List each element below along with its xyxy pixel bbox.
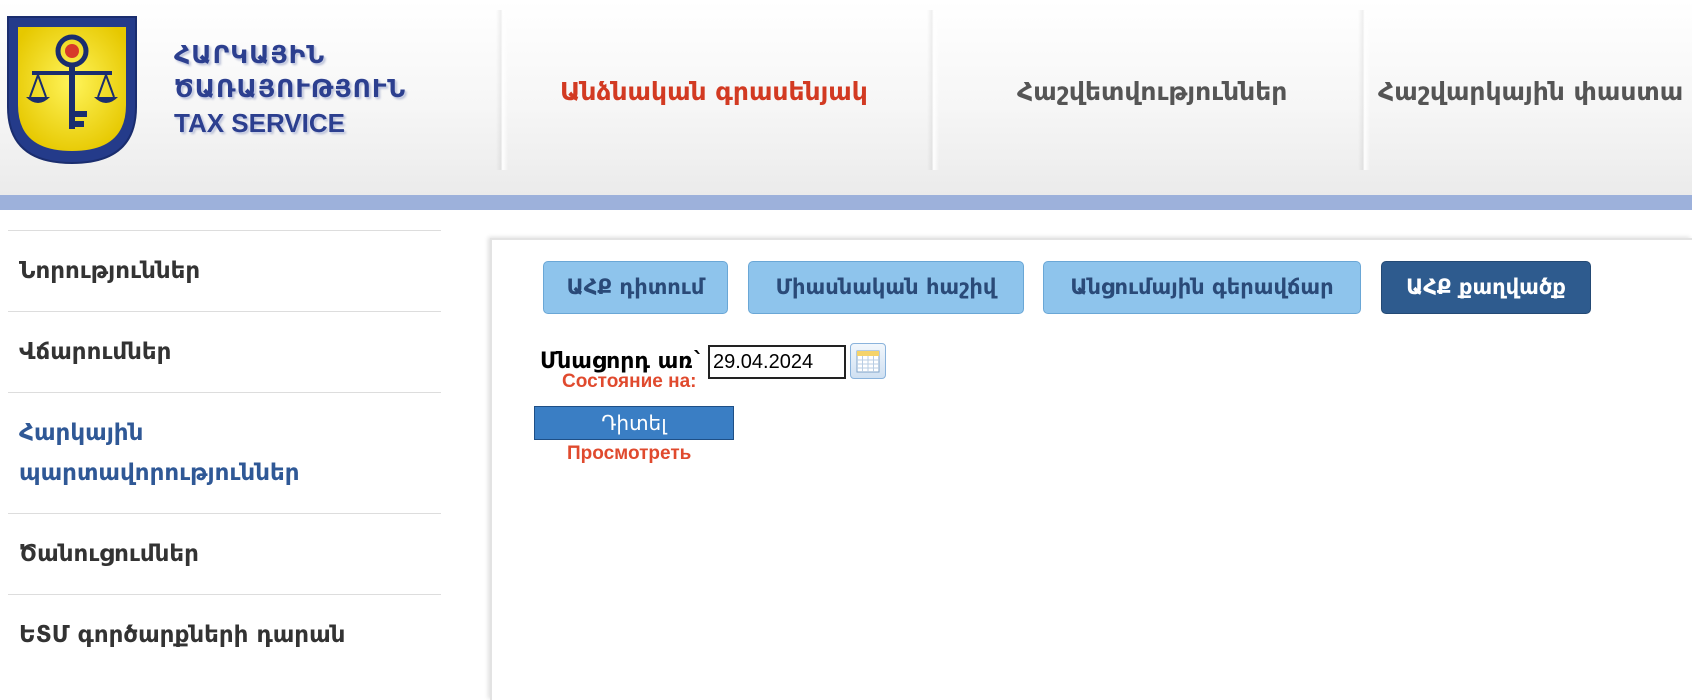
header-divider-bar — [0, 195, 1692, 210]
site-header: ՀԱՐԿԱՅԻՆ ԾԱՌԱՅՈՒԹՅՈՒՆ TAX SERVICE Անձնակ… — [0, 0, 1692, 195]
sidebar-item-eaeu-transactions[interactable]: ԵՏՄ գործարքների դարան — [8, 594, 441, 675]
org-name-line2: ԾԱՌԱՅՈՒԹՅՈՒՆ — [174, 74, 407, 103]
balance-date-input[interactable] — [708, 345, 846, 379]
view-button[interactable]: Դիտել — [534, 406, 734, 440]
view-button-label-ru: Просмотреть — [567, 443, 692, 464]
calendar-icon — [856, 350, 880, 373]
sidebar-item-notifications[interactable]: Ծանուցումներ — [8, 513, 441, 594]
nav-item-reports[interactable]: Հաշվետվություններ — [1017, 72, 1287, 112]
sidebar-item-news[interactable]: Նորություններ — [8, 230, 441, 311]
org-name-line1: ՀԱՐԿԱՅԻՆ — [174, 40, 326, 69]
tax-service-emblem-icon — [7, 16, 137, 165]
balance-date-label-ru: Состояние на: — [562, 371, 697, 392]
org-name-line3: TAX SERVICE — [174, 108, 345, 138]
tab-ahq-view[interactable]: ԱՀՔ դիտում — [543, 261, 728, 314]
sidebar-item-label-line1: Հարկային — [19, 420, 144, 446]
sidebar-item-label-line2: պարտավորություններ — [19, 460, 300, 486]
tab-transitional-overpayment[interactable]: Անցումային գերավճար — [1043, 261, 1361, 314]
nav-item-personal-office[interactable]: Անձնական գրասենյակ — [560, 72, 868, 112]
tab-unified-account[interactable]: Միասնական հաշիվ — [748, 261, 1024, 314]
sidebar-item-tax-liabilities[interactable]: Հարկային պարտավորություններ — [8, 392, 441, 513]
org-name: ՀԱՐԿԱՅԻՆ ԾԱՌԱՅՈՒԹՅՈՒՆ TAX SERVICE — [174, 38, 414, 140]
main-panel: ԱՀՔ դիտում Միասնական հաշիվ Անցումային գե… — [490, 238, 1692, 700]
nav-separator — [496, 10, 508, 170]
nav-item-invoices[interactable]: Հաշվարկային փաստա — [1378, 72, 1683, 112]
tab-ahq-statement[interactable]: ԱՀՔ քաղվածք — [1381, 261, 1591, 314]
sidebar: Նորություններ Վճարումներ Հարկային պարտավ… — [8, 230, 441, 675]
nav-separator — [927, 10, 939, 170]
calendar-button[interactable] — [850, 343, 886, 379]
tax-service-logo[interactable] — [6, 15, 138, 165]
nav-separator — [1358, 10, 1370, 170]
sidebar-item-payments[interactable]: Վճարումներ — [8, 311, 441, 392]
